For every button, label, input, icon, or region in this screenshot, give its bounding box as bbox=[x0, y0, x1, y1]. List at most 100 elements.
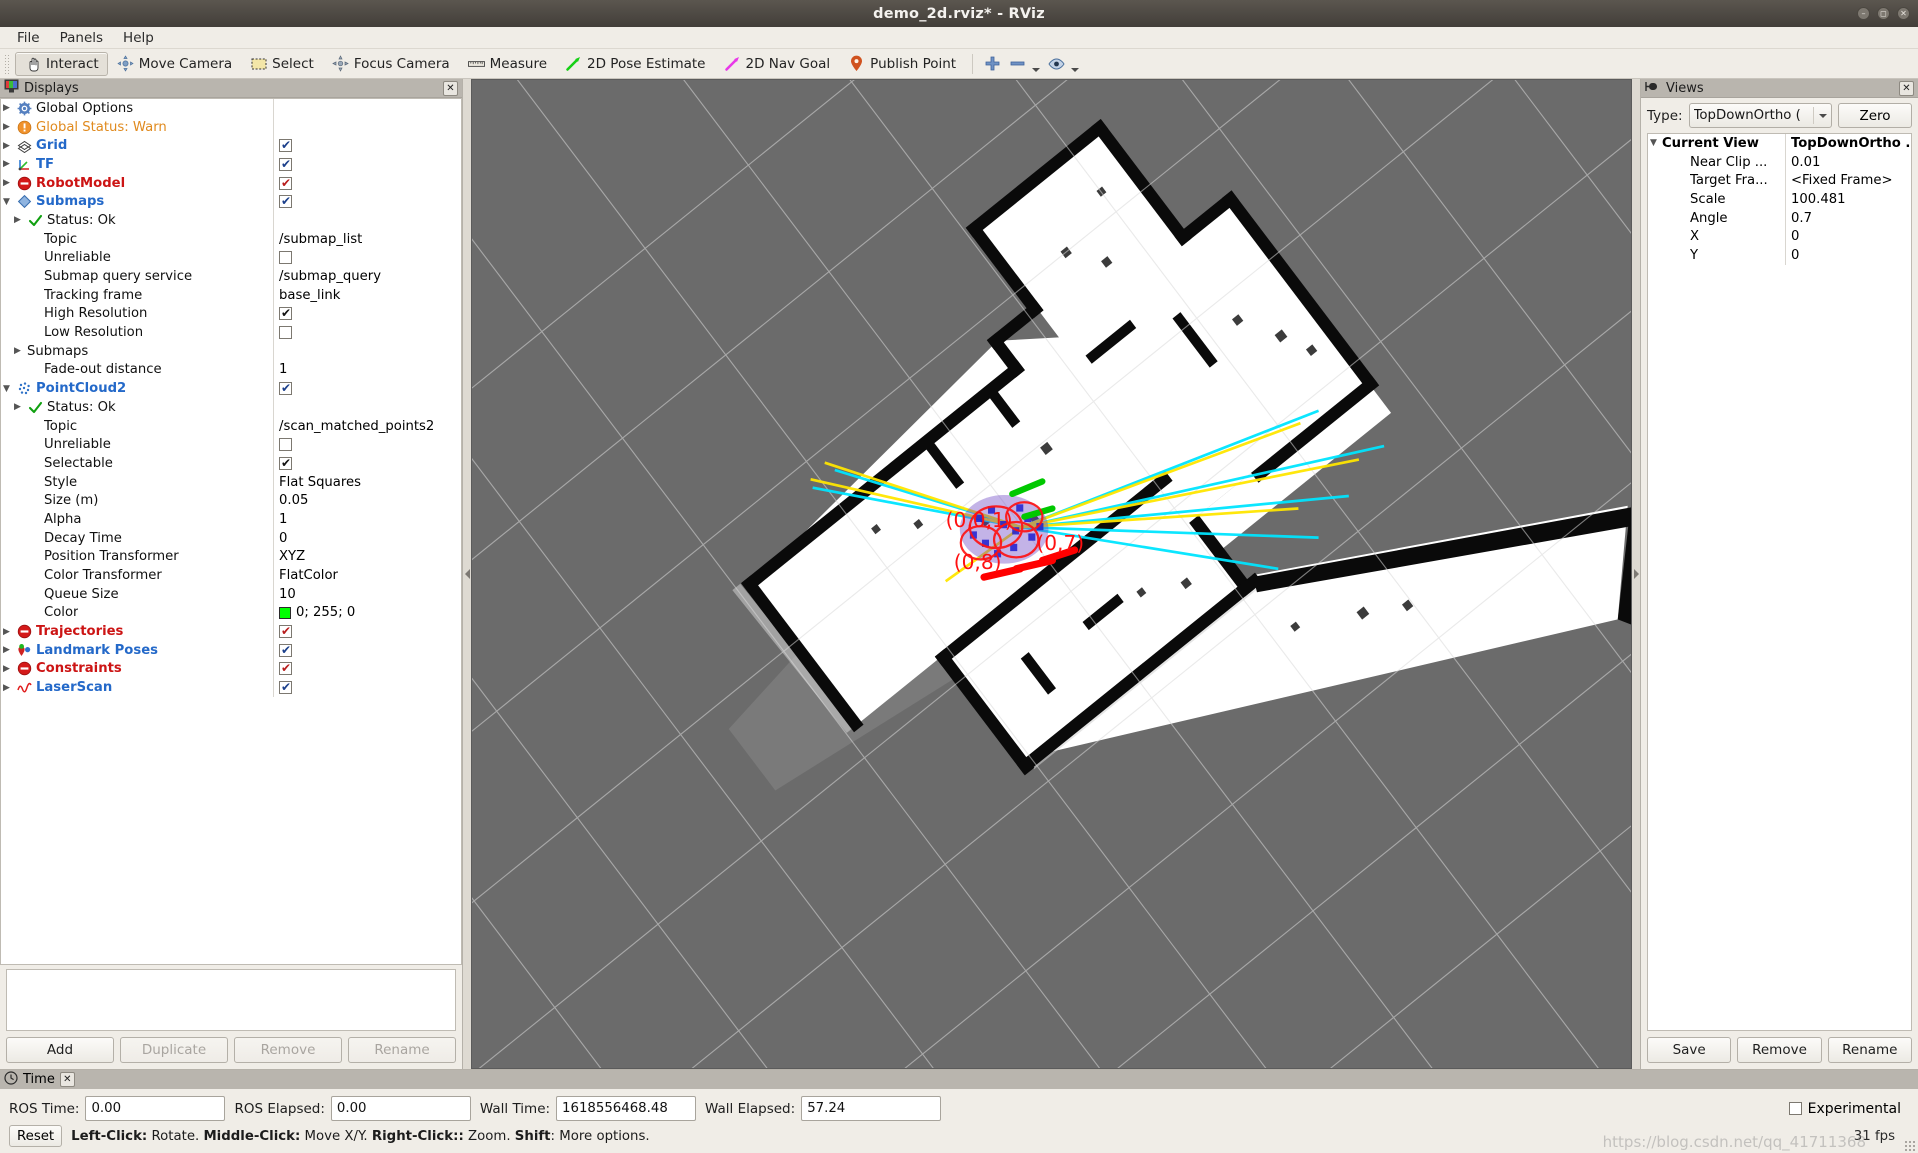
remove-view-button[interactable]: Remove bbox=[1737, 1037, 1822, 1063]
view-row-value[interactable]: <Fixed Frame> bbox=[1785, 171, 1911, 191]
display-enable-checkbox[interactable] bbox=[279, 456, 292, 470]
tool-interact[interactable]: Interact bbox=[15, 51, 108, 76]
display-row-global-status-warn[interactable]: Global Status: Warn bbox=[1, 117, 461, 137]
display-row-pointcloud2[interactable]: PointCloud2 bbox=[1, 379, 461, 398]
save-view-button[interactable]: Save bbox=[1647, 1037, 1732, 1063]
display-row-tracking-frame[interactable]: Tracking frame base_link bbox=[1, 285, 461, 305]
display-enable-checkbox[interactable] bbox=[279, 138, 292, 153]
view-row-value[interactable]: 0.7 bbox=[1785, 208, 1911, 228]
view-row-value[interactable]: 0 bbox=[1785, 246, 1911, 265]
display-enable-checkbox[interactable] bbox=[279, 680, 292, 695]
display-row-value[interactable]: 1 bbox=[273, 510, 461, 529]
display-row-robotmodel[interactable]: RobotModel bbox=[1, 173, 461, 193]
display-enable-checkbox[interactable] bbox=[279, 157, 292, 171]
color-swatch[interactable] bbox=[279, 606, 291, 619]
view-row-value[interactable]: TopDownOrtho ... bbox=[1785, 134, 1911, 153]
display-enable-checkbox[interactable] bbox=[279, 438, 292, 452]
display-row-value[interactable]: /submap_list bbox=[273, 229, 461, 249]
display-enable-checkbox[interactable] bbox=[279, 194, 292, 209]
display-row-laserscan[interactable]: LaserScan bbox=[1, 678, 461, 697]
menu-panels[interactable]: Panels bbox=[51, 28, 112, 48]
chevron-right-icon[interactable] bbox=[12, 346, 23, 356]
display-row-style[interactable]: Style Flat Squares bbox=[1, 472, 461, 492]
display-enable-checkbox[interactable] bbox=[279, 643, 292, 657]
display-row-alpha[interactable]: Alpha 1 bbox=[1, 510, 461, 529]
display-row-status-ok[interactable]: Status: Ok bbox=[1, 398, 461, 417]
display-row-size-m[interactable]: Size (m) 0.05 bbox=[1, 491, 461, 511]
display-row-color-transformer[interactable]: Color Transformer FlatColor bbox=[1, 566, 461, 585]
display-enable-checkbox[interactable] bbox=[279, 381, 292, 396]
zero-button[interactable]: Zero bbox=[1838, 103, 1912, 128]
display-row-landmark-poses[interactable]: Landmark Poses bbox=[1, 640, 461, 660]
display-row-submaps[interactable]: Submaps bbox=[1, 192, 461, 212]
tool-focus-camera[interactable]: Focus Camera bbox=[323, 52, 459, 76]
chevron-right-icon[interactable] bbox=[1, 159, 12, 169]
display-row-value[interactable] bbox=[273, 99, 461, 118]
display-row-value[interactable] bbox=[273, 323, 461, 342]
display-row-status-ok[interactable]: Status: Ok bbox=[1, 211, 461, 230]
display-row-tf[interactable]: TF bbox=[1, 155, 461, 174]
view-row-target-fra[interactable]: Target Fra... <Fixed Frame> bbox=[1648, 171, 1911, 191]
time-close-icon[interactable]: ✕ bbox=[59, 1072, 75, 1087]
display-row-value[interactable]: 1 bbox=[273, 360, 461, 380]
display-row-value[interactable] bbox=[273, 341, 461, 361]
display-row-value[interactable] bbox=[273, 659, 461, 679]
display-row-high-resolution[interactable]: High Resolution bbox=[1, 304, 461, 324]
tool-move-camera[interactable]: Move Camera bbox=[108, 52, 241, 76]
views-tree[interactable]: Current ViewTopDownOrtho ...Near Clip ..… bbox=[1647, 133, 1912, 1031]
display-row-unreliable[interactable]: Unreliable bbox=[1, 248, 461, 268]
display-row-value[interactable] bbox=[273, 622, 461, 641]
display-row-unreliable[interactable]: Unreliable bbox=[1, 435, 461, 455]
display-row-value[interactable] bbox=[273, 398, 461, 417]
display-row-value[interactable]: base_link bbox=[273, 285, 461, 305]
view-row-angle[interactable]: Angle 0.7 bbox=[1648, 208, 1911, 228]
display-row-color[interactable]: Color 0; 255; 0 bbox=[1, 603, 461, 623]
chevron-right-icon[interactable] bbox=[1, 178, 12, 188]
reset-button[interactable]: Reset bbox=[9, 1125, 63, 1147]
display-row-value[interactable] bbox=[273, 173, 461, 193]
chevron-right-icon[interactable] bbox=[12, 215, 23, 225]
display-row-constraints[interactable]: Constraints bbox=[1, 659, 461, 679]
left-splitter[interactable] bbox=[463, 79, 471, 1069]
displays-tree[interactable]: Global Options Global Status: Warn Grid … bbox=[0, 98, 462, 965]
display-row-position-transformer[interactable]: Position Transformer XYZ bbox=[1, 547, 461, 567]
display-enable-checkbox[interactable] bbox=[279, 624, 292, 639]
duplicate-button[interactable]: Duplicate bbox=[120, 1037, 228, 1063]
display-row-submap-query-service[interactable]: Submap query service/submap_query bbox=[1, 267, 461, 286]
display-row-trajectories[interactable]: Trajectories bbox=[1, 622, 461, 641]
remove-display-button[interactable]: Remove bbox=[234, 1037, 342, 1063]
rename-display-button[interactable]: Rename bbox=[348, 1037, 456, 1063]
ros-elapsed-input[interactable]: 0.00 bbox=[330, 1096, 471, 1121]
display-row-value[interactable]: /submap_query bbox=[273, 267, 461, 286]
display-enable-checkbox[interactable] bbox=[279, 176, 292, 190]
chevron-right-icon[interactable] bbox=[1, 141, 12, 151]
display-row-grid[interactable]: Grid bbox=[1, 136, 461, 156]
ros-time-input[interactable]: 0.00 bbox=[85, 1096, 226, 1121]
display-row-topic[interactable]: Topic/scan_matched_points2 bbox=[1, 416, 461, 436]
display-row-selectable[interactable]: Selectable bbox=[1, 454, 461, 473]
right-splitter[interactable] bbox=[1632, 79, 1640, 1069]
view-row-value[interactable]: 0.01 bbox=[1785, 152, 1911, 172]
remove-tool-button[interactable] bbox=[1005, 52, 1044, 76]
chevron-right-icon[interactable] bbox=[1, 664, 12, 674]
chevron-right-icon[interactable] bbox=[1, 645, 12, 655]
display-row-value[interactable] bbox=[273, 640, 461, 660]
display-row-value[interactable]: Flat Squares bbox=[273, 472, 461, 492]
add-tool-button[interactable] bbox=[980, 52, 1005, 76]
chevron-down-icon[interactable] bbox=[1, 384, 12, 394]
display-enable-checkbox[interactable] bbox=[279, 251, 292, 265]
view-row-y[interactable]: Y0 bbox=[1648, 246, 1911, 265]
experimental-checkbox[interactable] bbox=[1788, 1102, 1802, 1115]
display-row-value[interactable] bbox=[273, 678, 461, 697]
display-row-decay-time[interactable]: Decay Time 0 bbox=[1, 528, 461, 548]
display-row-value[interactable] bbox=[273, 136, 461, 156]
view-row-scale[interactable]: Scale 100.481 bbox=[1648, 190, 1911, 209]
display-row-queue-size[interactable]: Queue Size 10 bbox=[1, 584, 461, 604]
display-row-value[interactable] bbox=[273, 379, 461, 398]
display-row-value[interactable]: XYZ bbox=[273, 547, 461, 567]
chevron-right-icon[interactable] bbox=[12, 402, 23, 412]
add-button[interactable]: Add bbox=[6, 1037, 114, 1063]
chevron-right-icon[interactable] bbox=[1, 627, 12, 637]
remove-tool-caret-icon[interactable] bbox=[1032, 67, 1041, 72]
display-row-topic[interactable]: Topic/submap_list bbox=[1, 229, 461, 249]
